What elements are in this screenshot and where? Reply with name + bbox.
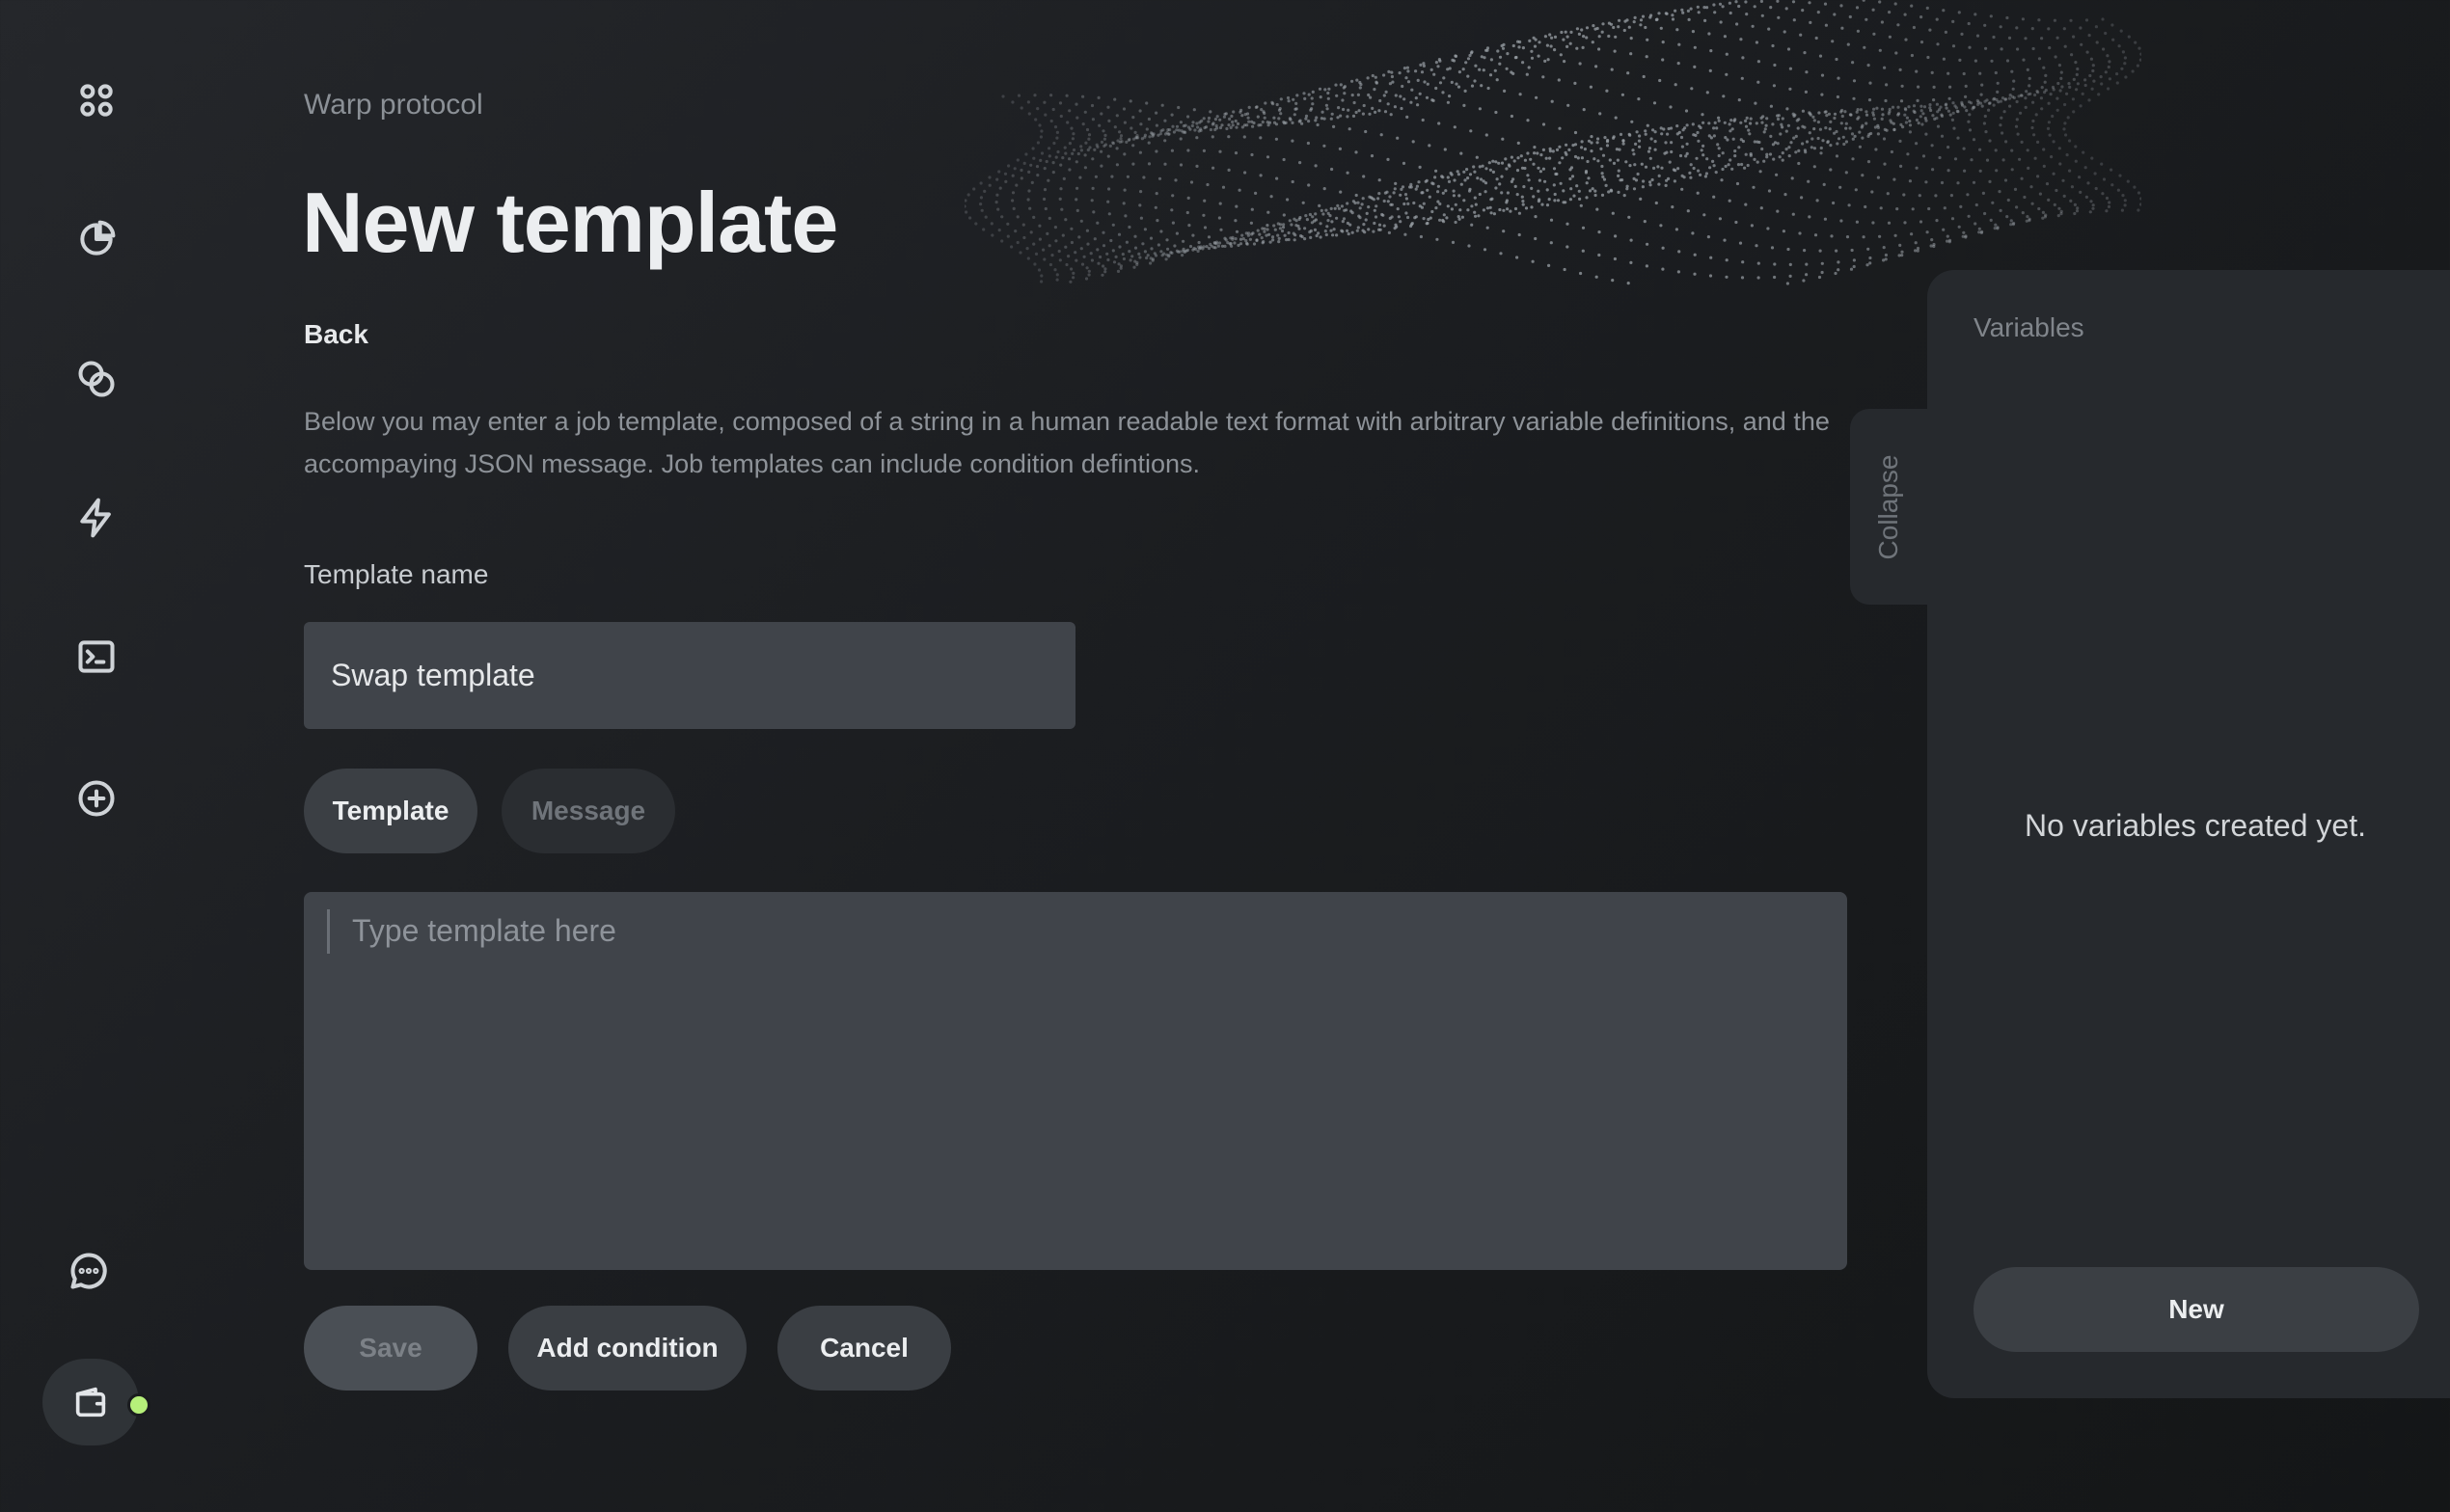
pie-chart-icon[interactable] <box>69 212 123 266</box>
wallet-icon <box>75 1387 106 1418</box>
tab-message[interactable]: Message <box>502 769 675 853</box>
wallet-status-dot <box>127 1393 150 1417</box>
coins-icon[interactable] <box>69 352 123 406</box>
back-link[interactable]: Back <box>304 319 368 350</box>
lightning-icon[interactable] <box>69 491 123 545</box>
wallet-button[interactable] <box>42 1359 139 1445</box>
variables-empty-message: No variables created yet. <box>2025 808 2366 843</box>
new-variable-button[interactable]: New <box>1974 1267 2419 1352</box>
decorative-dot-wave <box>965 0 2141 285</box>
editor-placeholder: Type template here <box>352 913 616 948</box>
variables-title: Variables <box>1974 312 2084 342</box>
plus-circle-icon[interactable] <box>69 771 123 825</box>
page-description: Below you may enter a job template, comp… <box>304 407 1830 478</box>
collapse-panel-tab[interactable]: Collapse <box>1850 409 1927 605</box>
tab-template[interactable]: Template <box>304 769 477 853</box>
sidebar <box>0 0 193 1512</box>
variables-panel: Variables No variables created yet. New <box>1927 270 2450 1398</box>
terminal-icon[interactable] <box>69 630 123 684</box>
add-condition-button[interactable]: Add condition <box>508 1306 747 1390</box>
page-title: New template <box>302 175 838 270</box>
collapse-label: Collapse <box>1873 454 1903 559</box>
chat-icon[interactable] <box>62 1244 116 1298</box>
breadcrumb: Warp protocol <box>304 89 483 121</box>
text-caret <box>327 909 330 954</box>
cancel-button[interactable]: Cancel <box>777 1306 951 1390</box>
template-editor[interactable]: Type template here <box>304 892 1847 1270</box>
template-name-label: Template name <box>304 559 489 589</box>
template-name-input[interactable] <box>304 622 1075 729</box>
save-button[interactable]: Save <box>304 1306 477 1390</box>
dashboard-grid-icon[interactable] <box>69 73 123 127</box>
